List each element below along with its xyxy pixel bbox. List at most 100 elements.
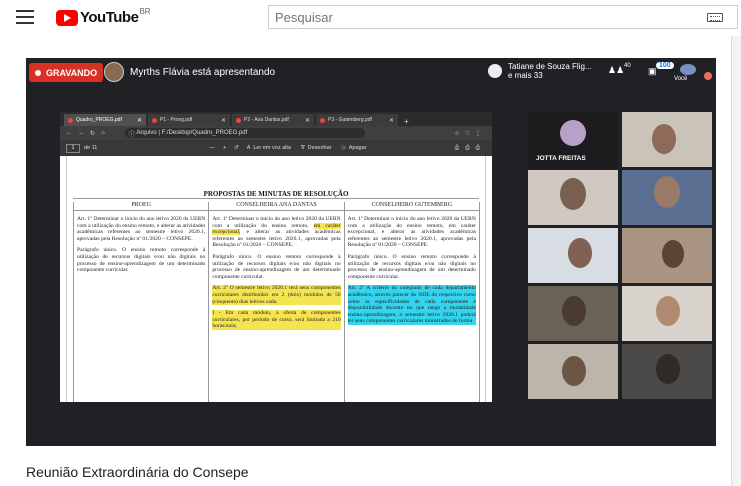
tab-label: P3 - Gutemberg.pdf [328, 117, 372, 123]
you-label: Você [674, 76, 688, 82]
tab-label: P1 - Proeg.pdf [160, 117, 193, 123]
zoom-out-icon[interactable]: — [209, 145, 215, 151]
pdf-actions-icon[interactable]: ⎙⎙⎙ [455, 145, 486, 152]
self-avatar [680, 64, 696, 75]
pdf-page: PROPOSTAS DE MINUTAS DE RESOLUÇÃO PROEG … [66, 156, 486, 402]
participant-tile[interactable] [528, 286, 618, 341]
close-icon[interactable]: ✕ [221, 117, 226, 124]
address-text: F:/Desktop/Quadro_PROEG.pdf [161, 130, 248, 136]
article-1: Art. 1º Determinar o início do ano letiv… [212, 216, 341, 249]
participant-tile[interactable] [622, 112, 712, 167]
close-icon[interactable]: ✕ [305, 117, 310, 124]
people-icon: ♟♟ [608, 65, 625, 75]
paragraph-unique: Parágrafo único. O ensino remoto corresp… [347, 253, 476, 280]
pdf-icon [320, 117, 325, 123]
people-count: 40 [624, 63, 631, 69]
item-1: I - Em cada módulo, a oferta de componen… [212, 310, 341, 330]
zoom-in-icon[interactable]: + [223, 145, 226, 151]
browser-tab[interactable]: Quadro_PROEG.pdf ✕ [64, 114, 146, 126]
erase-icon[interactable]: ◇ [342, 145, 346, 151]
pdf-icon [68, 117, 73, 123]
draw-icon[interactable]: ∇ [301, 145, 305, 151]
browser-tab-bar: Quadro_PROEG.pdf ✕ P1 - Proeg.pdf ✕ P2 - A… [60, 112, 492, 126]
article-2: Art. 2º O semestre letivo 2020.1 terá se… [212, 285, 341, 306]
logo-text: YouTube [80, 9, 139, 26]
home-icon[interactable]: ⌂ [101, 130, 105, 136]
search-box[interactable] [268, 5, 738, 29]
tab-label: Quadro_PROEG.pdf [76, 117, 122, 123]
paragraph-unique: Parágrafo único. O ensino remoto corresp… [77, 247, 206, 274]
participant-tile[interactable] [528, 228, 618, 283]
meet-top-bar: GRAVANDO Myrths Flávia está apresentando… [26, 58, 716, 88]
participant-tile[interactable] [622, 286, 712, 341]
article-2: Art. 2º A critério do colegiado de cada … [347, 285, 476, 325]
browser-tab[interactable]: P3 - Gutemberg.pdf ✕ [316, 114, 398, 126]
new-tab-icon[interactable]: + [404, 117, 409, 126]
participant-video [562, 296, 586, 326]
participant-tile[interactable] [622, 170, 712, 225]
browser-tab[interactable]: P2 - Ana Dantas.pdf ✕ [232, 114, 314, 126]
participant-tile[interactable] [622, 228, 712, 283]
forward-icon[interactable]: → [78, 130, 84, 136]
column-proeg: PROEG Art. 1º Determinar o início do ano… [74, 202, 210, 402]
participant-video [560, 178, 586, 210]
viewers-indicator: Tatiane de Souza Flig... e mais 33 [488, 62, 592, 80]
recording-badge: GRAVANDO [29, 63, 104, 82]
proposals-table: PROEG Art. 1º Determinar o início do ano… [73, 202, 480, 402]
address-prefix: Arquivo [136, 130, 157, 136]
notification-badge [704, 72, 712, 80]
presenter-text: Myrths Flávia está apresentando [130, 67, 276, 78]
browser-tab[interactable]: P1 - Proeg.pdf ✕ [148, 114, 230, 126]
participant-tile[interactable]: JOTTA FREITAS [528, 112, 618, 167]
document-title: PROPOSTAS DE MINUTAS DE RESOLUÇÃO [73, 156, 479, 199]
close-icon[interactable]: ✕ [389, 117, 394, 124]
browser-actions-icon[interactable]: ☆♡⋮ [454, 130, 486, 137]
participant-video [662, 240, 684, 268]
tab-label: P2 - Ana Dantas.pdf [244, 117, 289, 123]
page-number-field[interactable]: 1 [66, 143, 80, 153]
viewer-avatar [488, 64, 502, 78]
participant-tile[interactable] [528, 344, 618, 399]
read-aloud-label[interactable]: Ler em voz alta [253, 145, 291, 151]
participant-video [652, 124, 676, 154]
presenter-avatar [104, 62, 124, 82]
read-aloud-icon[interactable]: A [247, 145, 251, 151]
draw-label[interactable]: Desenhar [308, 145, 332, 151]
erase-label[interactable]: Apagar [349, 145, 367, 151]
paragraph-unique: Parágrafo único. O ensino remoto corresp… [212, 253, 341, 280]
participant-tile[interactable] [622, 344, 712, 399]
column-header: CONSELHEIRO GUTEMBERG [344, 202, 479, 211]
keyboard-icon[interactable] [707, 13, 723, 22]
viewer-name: Tatiane de Souza Flig... [508, 62, 592, 71]
pdf-icon [236, 117, 241, 123]
participant-name: JOTTA FREITAS [536, 155, 586, 162]
address-bar: ← → ↻ ⌂ ⓘ Arquivo | F:/Desktop/Quadro_PR… [60, 126, 492, 140]
participant-video [656, 354, 680, 384]
page-scrollbar[interactable] [731, 36, 741, 486]
recording-label: GRAVANDO [46, 67, 98, 78]
record-dot-icon [35, 69, 41, 76]
participant-tile[interactable] [528, 170, 618, 225]
participant-video [656, 296, 680, 326]
pdf-icon [152, 117, 157, 123]
chat-count: 100 [656, 62, 674, 69]
participant-video [562, 356, 586, 386]
search-input[interactable] [269, 6, 737, 28]
rotate-icon[interactable]: ↺ [234, 145, 239, 151]
page-total: de 11 [84, 145, 98, 151]
column-ana-dantas: CONSELHEIRA ANA DANTAS Art. 1º Determina… [209, 202, 345, 402]
participant-video [654, 176, 680, 208]
column-header: CONSELHEIRA ANA DANTAS [209, 202, 344, 211]
back-icon[interactable]: ← [66, 130, 72, 136]
hamburger-icon[interactable] [16, 10, 34, 24]
column-header: PROEG [74, 202, 209, 211]
pdf-toolbar: 1 de 11 — + ↺ A Ler em voz alta ∇ Desenh… [60, 140, 492, 156]
column-gutemberg: CONSELHEIRO GUTEMBERG Art. 1º Determinar… [344, 202, 480, 402]
logo-region: BR [139, 7, 151, 16]
close-icon[interactable]: ✕ [137, 117, 142, 124]
url-field[interactable]: ⓘ Arquivo | F:/Desktop/Quadro_PROEG.pdf [124, 128, 365, 138]
video-player[interactable]: GRAVANDO Myrths Flávia está apresentando… [26, 58, 716, 446]
participant-video [568, 238, 592, 268]
youtube-logo[interactable]: YouTube BR [56, 7, 151, 26]
reload-icon[interactable]: ↻ [90, 130, 95, 137]
